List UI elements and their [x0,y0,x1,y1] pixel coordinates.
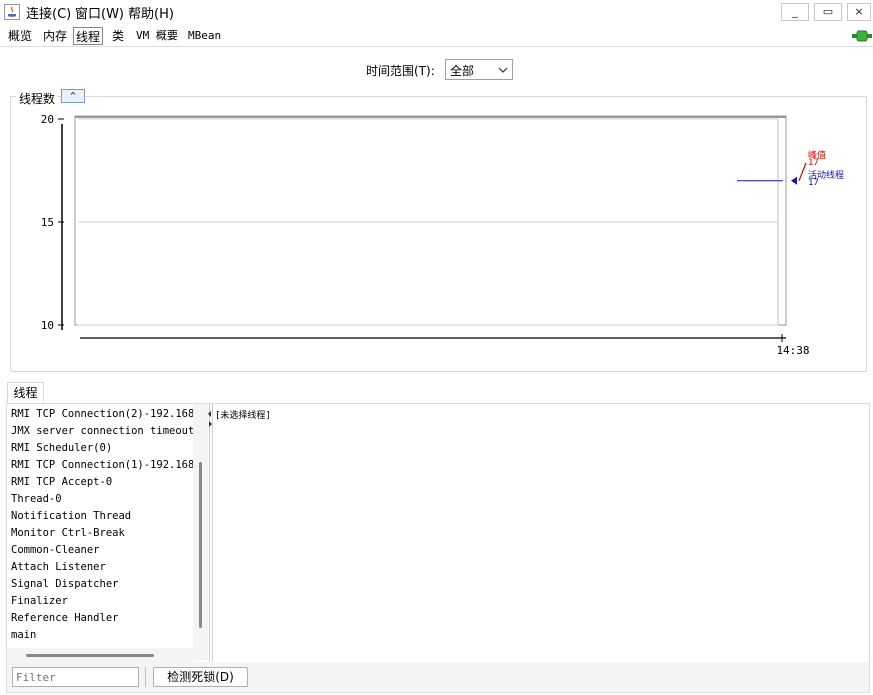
peak-marker [798,162,807,182]
thread-count-chart: 20 15 10 14:38 [41,113,810,357]
thread-list-item[interactable]: Reference Handler [11,612,118,624]
toolbar-separator [145,667,146,687]
filter-input[interactable] [12,667,139,687]
y-tick-label: 10 [41,319,54,332]
split-pane-divider[interactable] [209,404,213,662]
thread-list-item[interactable]: RMI TCP Connection(2)-192.168. [11,408,201,420]
detect-deadlock-button[interactable]: 检测死锁(D) [153,667,248,687]
thread-list-item[interactable]: Common-Cleaner [11,544,100,556]
thread-list-item[interactable]: Signal Dispatcher [11,578,118,590]
thread-detail-text: [未选择线程] [215,411,271,421]
threads-tab[interactable]: 线程 [7,382,44,403]
plot-area [74,115,787,326]
thread-list-item[interactable]: main [11,629,36,641]
thread-list-vscroll-thumb[interactable] [199,462,202,628]
y-tick-label: 20 [41,113,54,126]
legend-peak-value: 17 [808,158,819,168]
thread-list-item[interactable]: Monitor Ctrl-Break [11,527,125,539]
thread-list-item[interactable]: RMI TCP Connection(1)-192.168. [11,459,201,471]
thread-list-hscroll-thumb[interactable] [26,654,154,657]
live-threads-marker [791,176,797,185]
thread-list-item[interactable]: RMI TCP Accept-0 [11,476,112,488]
thread-detail-area[interactable]: [未选择线程] [214,404,869,662]
thread-list-item[interactable]: Notification Thread [11,510,131,522]
x-tick-label: 14:38 [776,344,809,357]
thread-list-item[interactable]: Finalizer [11,595,68,607]
thread-list-item[interactable]: Thread-0 [11,493,62,505]
split-arrows-icon[interactable] [207,410,213,428]
thread-list-item[interactable]: RMI Scheduler(0) [11,442,112,454]
thread-list-item[interactable]: Attach Listener [11,561,106,573]
legend-live-value: 17 [808,178,819,188]
thread-list-item[interactable]: JMX server connection timeout [11,425,194,437]
y-tick-label: 15 [41,216,54,229]
